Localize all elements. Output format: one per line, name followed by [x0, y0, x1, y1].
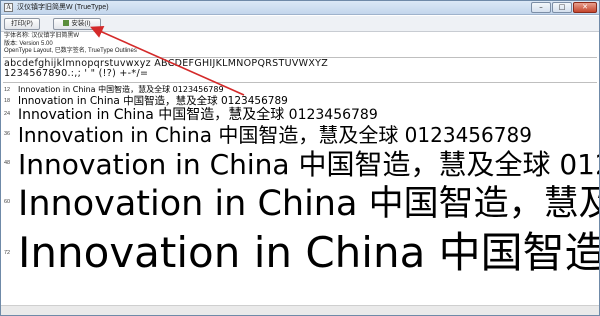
annotation-arrow-icon — [90, 26, 245, 96]
font-viewer-window: A 汉仪镇字旧简黑W (TrueType) – □ ✕ 打印(P) 安装(I) … — [0, 0, 600, 316]
